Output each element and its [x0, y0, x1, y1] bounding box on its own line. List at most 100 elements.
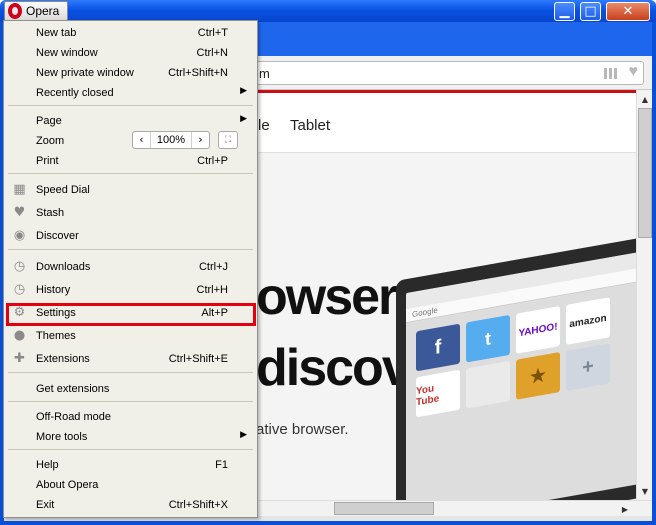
menu-item-help[interactable]: Help F1	[4, 455, 257, 475]
menu-item-label: About Opera	[36, 479, 99, 491]
menu-item-speed-dial[interactable]: ▦ Speed Dial	[4, 180, 257, 200]
downloads-icon: ◷	[13, 259, 26, 274]
stash-heart-icon[interactable]: ♥	[629, 63, 639, 81]
menu-item-off-road-mode[interactable]: Off-Road mode	[4, 407, 257, 427]
menu-item-page[interactable]: Page ▶	[4, 111, 257, 131]
dial-amazon: amazon	[566, 297, 610, 345]
zoom-level: 100%	[156, 134, 186, 146]
dial-youtube: You Tube	[416, 369, 460, 418]
address-bar-text[interactable]: m	[259, 66, 270, 81]
menu-item-label: History	[36, 284, 71, 296]
menu-item-label: Themes	[36, 330, 76, 342]
maximize-button[interactable]: □	[580, 2, 601, 21]
opera-main-menu: New tab Ctrl+T New window Ctrl+N New pri…	[3, 20, 258, 518]
opera-logo-icon	[8, 3, 22, 19]
opera-menu-label: Opera	[26, 4, 60, 18]
menu-item-history[interactable]: ◷ History Ctrl+H	[4, 280, 257, 300]
menu-item-label: Exit	[36, 499, 55, 511]
zoom-in-button[interactable]: ›	[191, 132, 209, 148]
menu-item-label: Print	[36, 155, 59, 167]
speed-dial-grid-icon[interactable]	[604, 68, 617, 79]
menu-item-more-tools[interactable]: More tools ▶	[4, 427, 257, 447]
menu-item-get-extensions[interactable]: Get extensions	[4, 379, 257, 399]
history-clock-icon: ◷	[13, 282, 26, 297]
menu-item-label: Zoom	[36, 135, 65, 147]
discover-eye-icon: ◉	[13, 228, 26, 243]
menu-item-new-private-window[interactable]: New private window Ctrl+Shift+N	[4, 63, 257, 83]
scroll-up-icon[interactable]: ▲	[638, 92, 652, 106]
speed-dial-icon: ▦	[13, 182, 26, 197]
scroll-right-icon[interactable]: ▶	[618, 502, 632, 516]
vertical-scrollbar[interactable]: ▲ ▼	[636, 90, 652, 500]
page-nav-mobile-link[interactable]: le	[258, 117, 270, 134]
zoom-control: ‹ 100% ›	[132, 131, 210, 149]
menu-item-label: Downloads	[36, 261, 91, 273]
menu-item-label: Speed Dial	[36, 184, 90, 196]
menu-item-print[interactable]: Print Ctrl+P	[4, 151, 257, 171]
menu-item-downloads[interactable]: ◷ Downloads Ctrl+J	[4, 257, 257, 277]
fullscreen-icon[interactable]: ⛶	[218, 131, 238, 149]
menu-item-shortcut: Ctrl+J	[198, 261, 228, 273]
vertical-scroll-thumb[interactable]	[638, 108, 652, 238]
menu-item-label: Extensions	[36, 353, 90, 365]
menu-item-label: Get extensions	[36, 383, 110, 395]
dial-yahoo: YAHOO!	[516, 306, 560, 354]
menu-item-themes[interactable]: ● Themes	[4, 326, 257, 346]
dial-facebook: f	[416, 323, 460, 372]
submenu-arrow-icon: ▶	[240, 86, 247, 96]
menu-item-about-opera[interactable]: About Opera	[4, 475, 257, 495]
menu-item-discover[interactable]: ◉ Discover	[4, 226, 257, 246]
menu-item-shortcut: Ctrl+Shift+N	[168, 67, 228, 79]
laptop-screen: Google f t YAHOO! amazon You Tube ★ +	[406, 250, 636, 500]
menu-item-exit[interactable]: Exit Ctrl+Shift+X	[4, 495, 257, 515]
menu-item-label: Page	[36, 115, 62, 127]
menu-item-label: More tools	[36, 431, 88, 443]
address-bar[interactable]: m ♥	[254, 61, 644, 85]
minimize-button[interactable]: ▁	[554, 2, 575, 21]
menu-item-zoom: Zoom ‹ 100% › ⛶	[4, 131, 257, 151]
zoom-out-button[interactable]: ‹	[133, 132, 151, 148]
menu-item-shortcut: Ctrl+Shift+X	[168, 499, 228, 511]
dial-add: +	[566, 343, 610, 391]
close-button[interactable]: ✕	[606, 2, 650, 21]
settings-highlight-box	[6, 303, 256, 326]
menu-item-stash[interactable]: ♥ Stash	[4, 203, 257, 223]
hero-heading-line1: owser	[256, 268, 398, 326]
menu-item-label: Off-Road mode	[36, 411, 112, 423]
stash-heart-icon: ♥	[13, 205, 26, 220]
menu-item-label: Discover	[36, 230, 79, 242]
extensions-puzzle-icon: ✚	[14, 351, 25, 366]
menu-separator	[8, 449, 253, 450]
menu-item-label: New private window	[36, 67, 134, 79]
menu-item-shortcut: Ctrl+P	[197, 155, 228, 167]
title-bar[interactable]: Opera ▁ □ ✕	[0, 0, 656, 22]
menu-item-extensions[interactable]: ✚ Extensions Ctrl+Shift+E	[4, 349, 257, 369]
menu-item-new-tab[interactable]: New tab Ctrl+T	[4, 23, 257, 43]
menu-item-label: Stash	[36, 207, 65, 219]
menu-separator	[8, 372, 253, 373]
menu-separator	[8, 173, 253, 174]
hero-subtitle: ative browser.	[256, 421, 349, 438]
submenu-arrow-icon: ▶	[240, 430, 247, 440]
menu-item-shortcut: Ctrl+Shift+E	[168, 353, 228, 365]
menu-separator	[8, 105, 253, 106]
opera-menu-button[interactable]: Opera	[4, 1, 68, 21]
themes-drop-icon: ●	[13, 328, 26, 343]
menu-item-label: Recently closed	[36, 87, 114, 99]
menu-separator	[8, 249, 253, 250]
menu-item-recently-closed[interactable]: Recently closed ▶	[4, 83, 257, 103]
scroll-down-icon[interactable]: ▼	[638, 484, 652, 498]
menu-item-shortcut: F1	[215, 459, 228, 471]
submenu-arrow-icon: ▶	[240, 114, 247, 124]
page-nav-tablet-link[interactable]: Tablet	[290, 117, 330, 134]
horizontal-scroll-thumb[interactable]	[334, 502, 434, 515]
menu-item-label: Help	[36, 459, 59, 471]
dial-twitter: t	[466, 314, 510, 363]
menu-item-new-window[interactable]: New window Ctrl+N	[4, 43, 257, 63]
menu-item-label: New window	[36, 47, 98, 59]
dial-news	[466, 360, 510, 409]
menu-item-label: New tab	[36, 27, 77, 39]
menu-separator	[8, 401, 253, 402]
dial-bookmarks-star: ★	[516, 352, 560, 400]
menu-item-shortcut: Ctrl+H	[196, 284, 228, 296]
